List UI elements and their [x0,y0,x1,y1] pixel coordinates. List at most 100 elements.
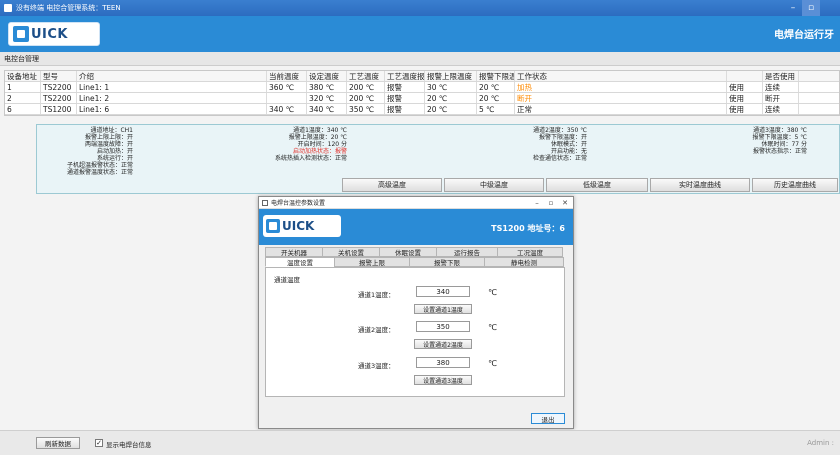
col-header[interactable]: 是否使用 [763,71,799,81]
detail-item: 通道2温度：350 ℃ [533,127,587,134]
show-info-checkbox[interactable]: ✓ [95,439,103,447]
detail-col-2: 通道1温度：340 ℃ 报警上限温度：20 ℃ 开启时间：120 分 启动加热状… [237,127,347,162]
table-row[interactable]: 1 TS2200 Line1: 1 360 ℃ 380 ℃ 200 ℃ 报警 3… [5,82,839,93]
maximize-button[interactable]: ▫ [802,0,820,16]
channel3-temp-input[interactable]: 380 [416,357,470,368]
logo-mark-icon [266,219,280,233]
cell: TS2200 [41,93,77,103]
detail-item: 启动加热：开 [96,148,133,155]
minimize-button[interactable]: – [784,0,802,16]
detail-item: 报警状态指示：正常 [752,148,807,155]
col-header[interactable] [727,71,763,81]
col-header[interactable]: 工艺温度报警 [385,71,425,81]
dialog-icon [262,199,268,206]
cell: 20 ℃ [425,93,477,103]
detail-item: 通道地址：CH1 [90,127,133,134]
history-curve-button[interactable]: 历史温度曲线 [752,178,838,192]
col-header[interactable]: 当前温度 [267,71,307,81]
low-temp-button[interactable]: 低级温度 [546,178,648,192]
detail-item: 系统热插入检测状态：正常 [274,155,347,162]
dialog-minimize-icon[interactable]: – [531,197,543,209]
channel2-temp-input[interactable]: 350 [416,321,470,332]
dialog-logo: UICK [263,215,341,237]
table-row[interactable]: 2 TS2200 Line1: 2 320 ℃ 200 ℃ 报警 20 ℃ 20… [5,93,839,104]
cell: 使用 [727,82,763,92]
tab-report[interactable]: 运行报告 [436,247,498,257]
col-header[interactable]: 型号 [41,71,77,81]
set-channel3-button[interactable]: 设置通道3温度 [414,375,472,385]
col-header[interactable]: 介绍 [77,71,267,81]
detail-item: 报警下限温度：5 ℃ [752,134,807,141]
cell: 连续 [763,82,799,92]
cell: 350 ℃ [347,104,385,114]
cell: TS1200 [41,104,77,114]
tab-sleep[interactable]: 休眠设置 [379,247,437,257]
cell: 380 ℃ [307,82,347,92]
mid-temp-button[interactable]: 中级温度 [444,178,544,192]
tab-power[interactable]: 开关机器 [265,247,323,257]
set-channel2-button[interactable]: 设置通道2温度 [414,339,472,349]
cell: 340 ℃ [307,104,347,114]
status-cell: 断开 [515,93,727,103]
channel1-temp-input[interactable]: 340 [416,286,470,297]
brand-logo: UICK [8,22,100,46]
cell: 2 [5,93,41,103]
col-header[interactable]: 设定温度 [307,71,347,81]
detail-item: 开启功能：无 [550,148,587,155]
detail-item: 休眠时间：77 分 [761,141,807,148]
col-header[interactable]: 报警上限温度 [425,71,477,81]
cell: 20 ℃ [425,104,477,114]
tab-row-2: 温度设置 报警上限 报警下限 静电检测 [265,257,564,267]
col-header[interactable]: 设备地址 [5,71,41,81]
cell: 20 ℃ [477,82,515,92]
tab-shutdown[interactable]: 关机设置 [322,247,380,257]
col-header[interactable]: 工作状态 [515,71,727,81]
app-icon [4,4,12,12]
dialog-title: 电焊台温控参数设置 [271,200,326,207]
cell: 200 ℃ [347,93,385,103]
tab-temp-settings[interactable]: 温度设置 [265,257,335,267]
unit-label: ℃ [488,288,497,297]
high-temp-button[interactable]: 高级温度 [342,178,442,192]
table-header: 设备地址 型号 介绍 当前温度 设定温度 工艺温度 工艺温度报警 报警上限温度 … [5,71,839,82]
dialog-maximize-icon[interactable]: ▫ [545,197,557,209]
exit-button[interactable]: 退出 [531,413,565,424]
detail-col-1: 通道地址：CH1 报警上限上限：开 两端温度故障：开 启动加热：开 系统运行：开… [37,127,133,176]
dialog-header: UICK TS1200 地址号：6 [259,209,573,245]
tab-alarm-lower[interactable]: 报警下限 [409,257,485,267]
app-header: UICK 电焊台运行牙 [0,16,840,52]
tab-alarm-upper[interactable]: 报警上限 [334,257,410,267]
section-label: 通道温度 [274,276,300,284]
table-row[interactable]: 6 TS1200 Line1: 6 340 ℃ 340 ℃ 350 ℃ 报警 2… [5,104,839,115]
current-user: Admin : [807,439,834,447]
detail-item: 报警上限温度：20 ℃ [288,134,347,141]
detail-button-row: 高级温度 中级温度 低级温度 实时温度曲线 历史温度曲线 [342,178,840,193]
realtime-curve-button[interactable]: 实时温度曲线 [650,178,750,192]
unit-label: ℃ [488,323,497,332]
tab-esd[interactable]: 静电检测 [484,257,564,267]
status-bar: 刷新数据 ✓ 显示电焊台信息 Admin : [0,430,840,455]
settings-dialog: 电焊台温控参数设置 – ▫ ✕ UICK TS1200 地址号：6 开关机器 关… [258,196,574,429]
window-title: 没有终端 电控合管理系统：TEEN [16,4,121,12]
cell: 5 ℃ [477,104,515,114]
detail-item: 通道3温度：380 ℃ [753,127,807,134]
detail-col-3: 通道2温度：350 ℃ 报警下限温度：开 休眠模式：开 开启功能：无 检查通信状… [477,127,587,162]
logo-text: UICK [282,219,315,233]
status-cell: 加热 [515,82,727,92]
col-header[interactable]: 工艺温度 [347,71,385,81]
cell: 连续 [763,104,799,114]
set-channel1-button[interactable]: 设置通道1温度 [414,304,472,314]
detail-item: 系统运行：开 [96,155,133,162]
dialog-close-icon[interactable]: ✕ [559,197,571,209]
refresh-button[interactable]: 刷新数据 [36,437,80,449]
tab-work-temp[interactable]: 工况温度 [497,247,563,257]
cell: 报警 [385,82,425,92]
section-title: 电控台管理 [0,52,840,66]
cell: Line1: 1 [77,82,267,92]
cell: TS2200 [41,82,77,92]
detail-item: 报警上限上限：开 [84,134,133,141]
cell: 报警 [385,104,425,114]
col-header[interactable]: 报警下限温度 [477,71,515,81]
cell: 使用 [727,104,763,114]
temp-settings-panel: 通道温度 通道1温度： 340 ℃ 设置通道1温度 通道2温度： 350 ℃ 设… [265,267,565,397]
